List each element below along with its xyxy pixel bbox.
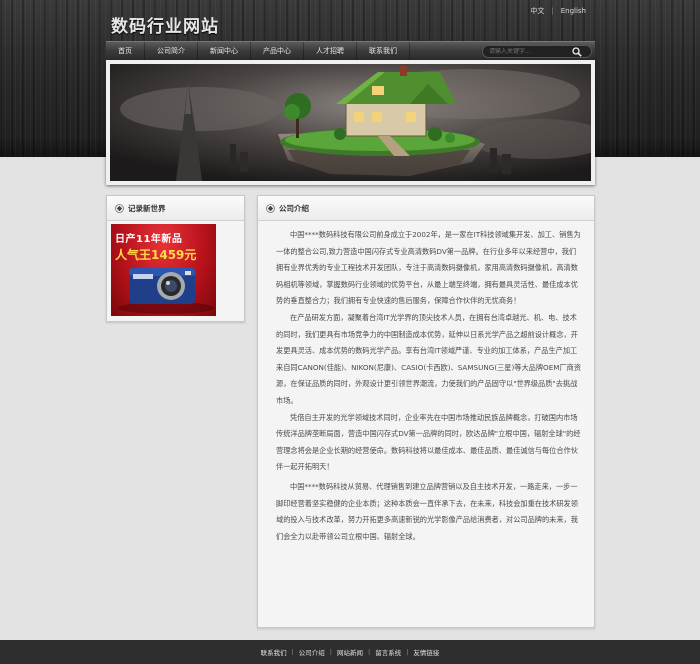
site-title: 数码行业网站: [111, 17, 219, 37]
right-panel: 公司介绍 中国****数码科技有限公司前身成立于2002年，是一家在IT科技领域…: [257, 195, 595, 628]
right-panel-header: 公司介绍: [258, 196, 594, 221]
article-paragraph: 中国****数码科技从贸易、代理销售到建立品牌营销以及自主技术开发，一路走来，一…: [276, 481, 578, 541]
search-input[interactable]: [483, 48, 569, 55]
footer-separator: |: [329, 648, 332, 656]
lang-cn-link[interactable]: 中文: [530, 7, 544, 15]
footer-link-contact[interactable]: 联系我们: [261, 647, 287, 657]
language-switcher: 中文 | English: [526, 6, 590, 16]
company-intro-article: 中国****数码科技有限公司前身成立于2002年，是一家在IT科技领域集开发、加…: [276, 227, 581, 545]
footer-separator: |: [291, 648, 294, 656]
camera-image: [118, 268, 214, 314]
diamond-bullet-icon: [266, 203, 275, 213]
footer-separator: |: [368, 648, 371, 656]
footer-link-guestbook[interactable]: 留言系统: [375, 647, 401, 657]
lang-en-link[interactable]: English: [561, 7, 586, 15]
nav-item-jobs[interactable]: 人才招聘: [304, 41, 357, 61]
left-panel: 记录新世界 日产11年新品 人气王1459元: [106, 195, 245, 322]
nav-item-news[interactable]: 新闻中心: [198, 41, 251, 61]
diamond-bullet-icon: [115, 203, 124, 213]
search-icon: [572, 46, 582, 57]
footer-link-friends[interactable]: 友情链接: [413, 647, 439, 657]
main-nav: 首页 公司简介 新闻中心 产品中心 人才招聘 联系我们: [106, 41, 595, 61]
nav-item-products[interactable]: 产品中心: [251, 41, 304, 61]
nav-item-about[interactable]: 公司简介: [145, 41, 198, 61]
lang-separator: |: [551, 7, 554, 15]
left-panel-header: 记录新世界: [107, 196, 244, 221]
footer-link-news[interactable]: 网站新闻: [337, 647, 363, 657]
banner-frame: [106, 60, 595, 185]
promo-banner[interactable]: 日产11年新品 人气王1459元: [111, 224, 216, 316]
footer-link-about[interactable]: 公司介绍: [299, 647, 325, 657]
nav-item-home[interactable]: 首页: [106, 41, 145, 61]
banner-image: [110, 64, 591, 181]
search-button[interactable]: [569, 45, 585, 58]
article-paragraph: 中国****数码科技有限公司前身成立于2002年，是一家在IT科技领域集开发、加…: [276, 230, 581, 306]
right-panel-title: 公司介绍: [279, 203, 309, 213]
nav-item-contact[interactable]: 联系我们: [357, 41, 410, 61]
banner-illustration: [110, 64, 591, 181]
footer-separator: |: [406, 648, 409, 656]
article-paragraph: 在产品研发方面，凝聚着台湾IT光学界的顶尖技术人员，在拥有台湾卓越光、机、电、技…: [276, 312, 582, 405]
footer: 联系我们 | 公司介绍 | 网站新闻 | 留言系统 | 友情链接: [0, 640, 700, 664]
article-paragraph: 凭借自主开发的光学领域技术同时，企业率先在中国市场推动民族品牌概念，打破国内市场…: [276, 412, 581, 472]
left-panel-title: 记录新世界: [128, 203, 166, 213]
search-box: [482, 45, 592, 58]
